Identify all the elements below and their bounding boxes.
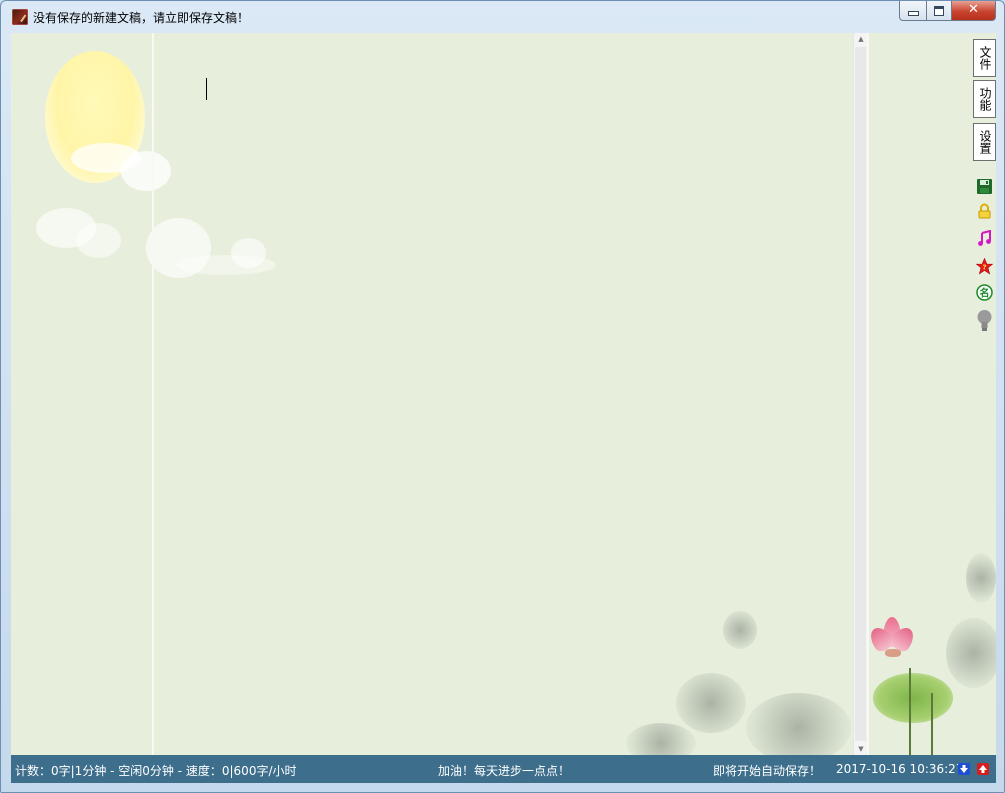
window-title: 没有保存的新建文稿，请立即保存文稿！ bbox=[33, 11, 250, 25]
settings-menu-button[interactable]: 设置 bbox=[973, 123, 996, 161]
editor-area[interactable]: ▲ ▼ 文件 功能 设置 ? 名 bbox=[11, 33, 996, 755]
scrollbar-thumb[interactable] bbox=[855, 47, 866, 741]
maximize-button[interactable] bbox=[927, 1, 952, 21]
cloud-decoration bbox=[121, 151, 171, 191]
text-cursor bbox=[206, 78, 207, 100]
lotus-leaf-decoration bbox=[676, 673, 746, 733]
lotus-leaf-decoration bbox=[966, 553, 996, 603]
writing-stats: 计数：0字|1分钟 - 空闲0分钟 - 速度：0|600字/小时 bbox=[15, 764, 297, 778]
svg-text:?: ? bbox=[982, 264, 986, 272]
app-window: 没有保存的新建文稿，请立即保存文稿！ ✕ ▲ ▼ 文件 功能 设置 ? 名 计数… bbox=[0, 0, 1005, 793]
scroll-up-arrow-icon[interactable]: ▲ bbox=[854, 35, 868, 43]
scroll-down-icon[interactable] bbox=[958, 763, 970, 775]
name-icon[interactable]: 名 bbox=[976, 284, 993, 301]
file-menu-button[interactable]: 文件 bbox=[973, 39, 996, 77]
autosave-status: 即将开始自动保存！ bbox=[713, 764, 822, 778]
window-controls: ✕ bbox=[899, 1, 996, 21]
app-icon[interactable] bbox=[12, 9, 28, 25]
lotus-leaf-decoration bbox=[626, 723, 696, 755]
star-icon[interactable]: ? bbox=[975, 257, 994, 275]
datetime: 2017-10-16 10:36:27 bbox=[836, 762, 964, 776]
function-menu-label: 功能 bbox=[978, 87, 992, 111]
lotus-leaf-decoration bbox=[723, 611, 757, 649]
motto-text: 加油！每天进步一点点！ bbox=[438, 764, 571, 778]
close-icon: ✕ bbox=[968, 2, 979, 17]
minimize-button[interactable] bbox=[899, 1, 927, 21]
title-bar[interactable]: 没有保存的新建文稿，请立即保存文稿！ ✕ bbox=[1, 1, 1004, 33]
save-icon[interactable] bbox=[976, 178, 993, 195]
lock-icon[interactable] bbox=[976, 203, 993, 220]
name-icon-glyph: 名 bbox=[980, 287, 990, 300]
cloud-decoration bbox=[176, 255, 276, 275]
vertical-scrollbar[interactable]: ▲ ▼ bbox=[853, 33, 868, 755]
function-menu-button[interactable]: 功能 bbox=[973, 80, 996, 118]
lotus-leaf-decoration bbox=[746, 693, 851, 755]
file-menu-label: 文件 bbox=[978, 46, 992, 70]
scroll-down-arrow-icon[interactable]: ▼ bbox=[854, 745, 868, 753]
scroll-up-icon[interactable] bbox=[977, 763, 989, 775]
lotus-flower-decoration bbox=[865, 613, 996, 755]
music-icon[interactable] bbox=[976, 229, 993, 247]
close-button[interactable]: ✕ bbox=[952, 1, 996, 21]
margin-line bbox=[152, 33, 154, 755]
status-bar: 计数：0字|1分钟 - 空闲0分钟 - 速度：0|600字/小时 加油！每天进步… bbox=[11, 755, 996, 783]
cloud-decoration bbox=[76, 223, 121, 258]
settings-menu-label: 设置 bbox=[978, 130, 992, 154]
bulb-icon[interactable] bbox=[976, 309, 993, 333]
